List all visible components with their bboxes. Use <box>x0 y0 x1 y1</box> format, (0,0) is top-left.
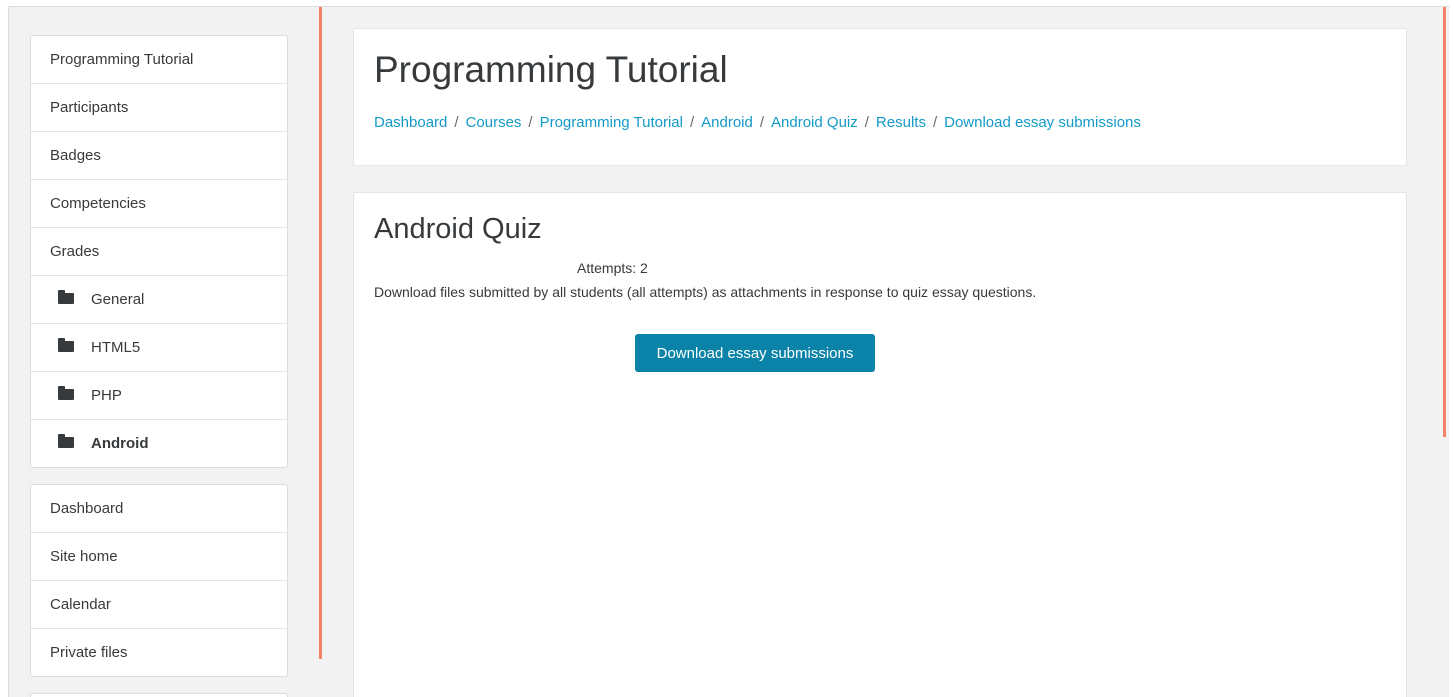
attempts-count: Attempts: 2 <box>577 260 648 276</box>
breadcrumb-courses[interactable]: Courses <box>466 114 522 131</box>
breadcrumb: Dashboard / Courses / Programming Tutorial / A… <box>374 114 1141 131</box>
nav-item-calendar[interactable]: Calendar <box>31 581 287 629</box>
breadcrumb-results[interactable]: Results <box>876 114 926 131</box>
right-divider <box>1443 7 1446 437</box>
folder-icon <box>58 386 74 401</box>
nav-item-competencies[interactable]: Competencies <box>31 180 287 228</box>
download-description: Download files submitted by all students… <box>374 284 1037 300</box>
page-header: Programming Tutorial Dashboard / Courses / P… <box>353 28 1407 166</box>
nav-item-label: HTML5 <box>91 339 141 356</box>
breadcrumb-separator: / <box>454 114 459 131</box>
breadcrumb-course[interactable]: Programming Tutorial <box>540 114 683 131</box>
nav-item-label: PHP <box>91 387 122 404</box>
breadcrumb-separator: / <box>932 114 938 131</box>
breadcrumb-separator: / <box>689 114 695 131</box>
breadcrumb-current[interactable]: Download essay submissions <box>944 114 1141 131</box>
breadcrumb-separator: / <box>528 114 533 131</box>
nav-item-private-files[interactable]: Private files <box>31 629 287 676</box>
left-divider <box>319 7 322 659</box>
nav-item-site-home[interactable]: Site home <box>31 533 287 581</box>
sidebar: Programming Tutorial Participants Badges… <box>30 35 288 697</box>
breadcrumb-section[interactable]: Android <box>701 114 753 131</box>
breadcrumb-separator: / <box>759 114 765 131</box>
nav-item-label: General <box>91 291 145 308</box>
additional-nav-block <box>30 693 288 697</box>
page-frame: Programming Tutorial Participants Badges… <box>8 6 1449 697</box>
nav-item-dashboard[interactable]: Dashboard <box>31 485 287 533</box>
folder-icon <box>58 290 74 305</box>
breadcrumb-separator: / <box>864 114 869 131</box>
nav-item-participants[interactable]: Participants <box>31 84 287 132</box>
course-nav-block: Programming Tutorial Participants Badges… <box>30 35 288 468</box>
breadcrumb-quiz[interactable]: Android Quiz <box>771 114 858 131</box>
download-essay-submissions-button[interactable]: Download essay submissions <box>635 334 875 372</box>
quiz-title: Android Quiz <box>374 213 542 245</box>
nav-item-badges[interactable]: Badges <box>31 132 287 180</box>
nav-item-section-general[interactable]: General <box>31 276 287 324</box>
folder-icon <box>58 434 74 449</box>
nav-item-grades[interactable]: Grades <box>31 228 287 276</box>
nav-item-section-php[interactable]: PHP <box>31 372 287 420</box>
breadcrumb-dashboard[interactable]: Dashboard <box>374 114 447 131</box>
folder-icon <box>58 338 74 353</box>
nav-item-section-android[interactable]: Android <box>31 420 287 467</box>
nav-item-section-html5[interactable]: HTML5 <box>31 324 287 372</box>
page-title: Programming Tutorial <box>374 49 728 90</box>
main-content: Android Quiz Attempts: 2 Download files … <box>353 192 1407 697</box>
site-nav-block: Dashboard Site home Calendar Private fil… <box>30 484 288 677</box>
nav-item-course-home[interactable]: Programming Tutorial <box>31 36 287 84</box>
nav-item-label: Android <box>91 435 149 452</box>
